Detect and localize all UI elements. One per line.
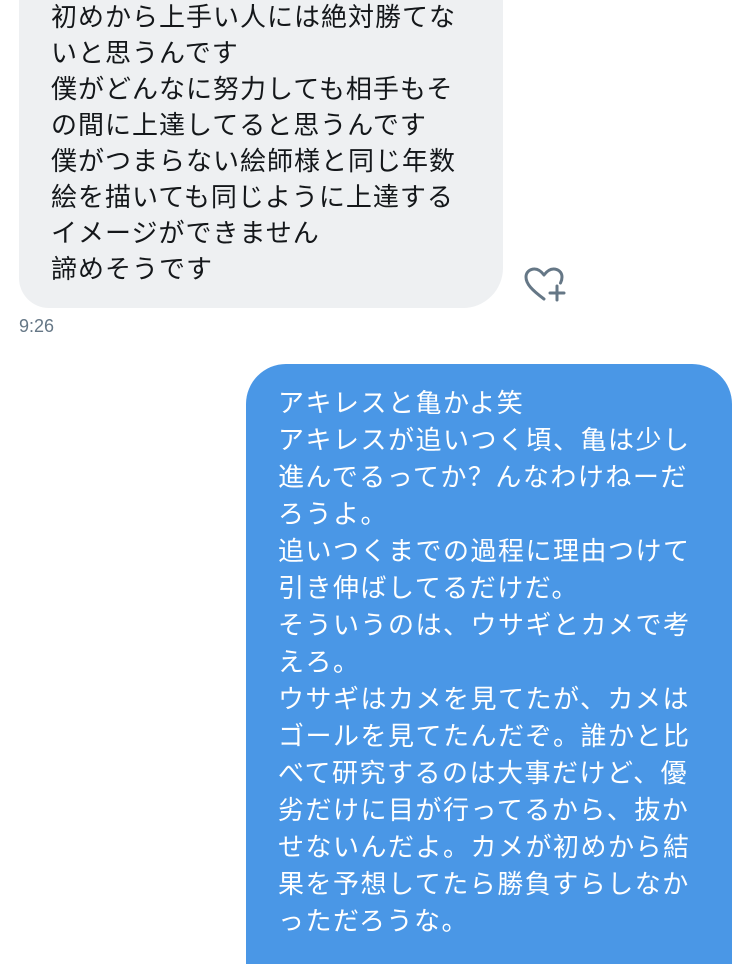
outgoing-message-line: 果を予想してたら勝負すらしなか bbox=[278, 870, 690, 900]
outgoing-message-line: 進んでるってか？んなわけねーだ bbox=[278, 463, 688, 493]
outgoing-message-line: ろうよ。 bbox=[278, 500, 389, 530]
outgoing-message-line: ゴールを見てたんだぞ。誰かと比 bbox=[278, 722, 691, 752]
incoming-message-bubble[interactable]: 初めから上手い人には絶対勝てな いと思うんです 僕がどんなに努力しても相手もそ … bbox=[19, 0, 503, 308]
outgoing-message-line: アキレスが追いつく頃、亀は少し bbox=[278, 426, 691, 456]
heart-plus-icon[interactable] bbox=[522, 266, 570, 306]
incoming-message-line: 絵を描いても同じように上達する bbox=[51, 183, 454, 213]
incoming-message-line: の間に上達してると思うんです bbox=[51, 111, 427, 141]
outgoing-message-line: えろ。 bbox=[278, 648, 361, 678]
outgoing-message-bubble[interactable]: アキレスと亀かよ笑 アキレスが追いつく頃、亀は少し 進んでるってか？んなわけねー… bbox=[246, 364, 732, 964]
outgoing-message-line: ウサギはカメを見てたが、カメは bbox=[278, 685, 690, 715]
outgoing-message-line: べて研究するのは大事だけど、優 bbox=[278, 759, 689, 789]
outgoing-message-line: せないんだよ。カメが初めから結 bbox=[278, 833, 691, 863]
outgoing-message-line: 劣だけに目が行ってるから、抜か bbox=[278, 796, 690, 826]
incoming-message-line: 僕がつまらない絵師様と同じ年数 bbox=[51, 147, 457, 177]
outgoing-message-line: 引き伸ばしてるだけだ。 bbox=[278, 574, 579, 604]
incoming-message-line: イメージができません bbox=[51, 219, 320, 249]
outgoing-message-line: っただろうな。 bbox=[278, 907, 469, 937]
incoming-message-line: 僕がどんなに努力しても相手もそ bbox=[51, 75, 454, 105]
incoming-message-line: いと思うんです bbox=[51, 39, 239, 69]
incoming-message-line: 諦めそうです bbox=[51, 255, 214, 285]
incoming-message-line: 初めから上手い人には絶対勝てな bbox=[51, 3, 457, 33]
message-timestamp: 9:26 bbox=[19, 316, 55, 336]
outgoing-message-line: アキレスと亀かよ笑 bbox=[278, 389, 525, 419]
outgoing-message-line: 追いつくまでの過程に理由つけて bbox=[278, 537, 691, 567]
outgoing-message-line: そういうのは、ウサギとカメで考 bbox=[278, 611, 691, 641]
